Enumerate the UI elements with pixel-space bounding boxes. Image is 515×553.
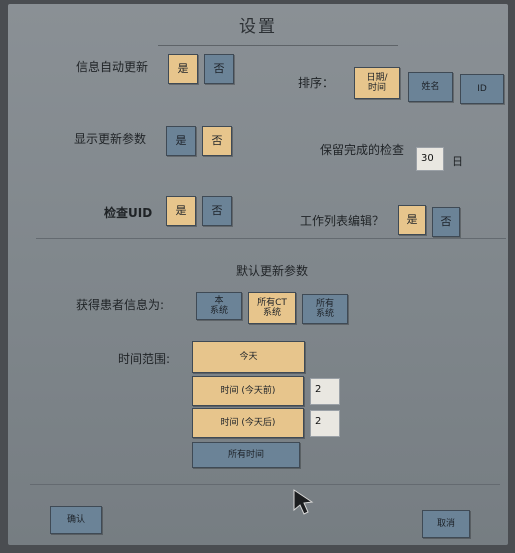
- this-system-button[interactable]: 本 系统: [196, 292, 242, 320]
- all-time-button[interactable]: 所有时间: [192, 442, 300, 468]
- worklist-edit-label: 工作列表编辑？: [300, 214, 385, 228]
- auto-update-no-button[interactable]: 否: [204, 54, 234, 84]
- worklist-edit-no-button[interactable]: 否: [432, 207, 460, 237]
- check-uid-no-button[interactable]: 否: [202, 196, 232, 226]
- today-button[interactable]: 今天: [192, 341, 305, 373]
- keep-done-label: 保留完成的检查: [320, 143, 405, 157]
- after-today-field[interactable]: 2: [310, 410, 340, 437]
- time-range-label: 时间范围:: [118, 352, 171, 366]
- get-patient-label: 获得患者信息为:: [76, 298, 165, 312]
- auto-update-label: 信息自动更新: [76, 60, 149, 74]
- all-systems-button[interactable]: 所有 系统: [302, 294, 348, 324]
- check-uid-yes-button[interactable]: 是: [166, 196, 196, 226]
- show-params-yes-button[interactable]: 是: [166, 126, 196, 156]
- check-uid-label: 检查UID: [104, 206, 153, 220]
- cancel-button[interactable]: 取消: [422, 510, 470, 538]
- auto-update-yes-button[interactable]: 是: [168, 54, 198, 84]
- before-today-button[interactable]: 时间 (今天前): [192, 376, 304, 406]
- all-ct-systems-button[interactable]: 所有CT 系统: [248, 292, 296, 324]
- worklist-edit-yes-button[interactable]: 是: [398, 205, 426, 235]
- sort-date-time-button[interactable]: 日期/ 时间: [354, 67, 400, 99]
- title-divider: [158, 45, 398, 46]
- footer-divider: [30, 484, 500, 485]
- section-divider: [36, 238, 506, 239]
- dialog-title: 设置: [239, 17, 277, 37]
- keep-done-days-field[interactable]: 30: [416, 147, 444, 171]
- after-today-button[interactable]: 时间 (今天后): [192, 408, 304, 438]
- confirm-button[interactable]: 确认: [50, 506, 102, 534]
- before-today-field[interactable]: 2: [310, 378, 340, 405]
- default-params-heading: 默认更新参数: [236, 264, 309, 278]
- sort-label: 排序：: [298, 76, 335, 90]
- sort-name-button[interactable]: 姓名: [408, 72, 453, 102]
- keep-done-unit: 日: [452, 155, 463, 168]
- show-params-no-button[interactable]: 否: [202, 126, 232, 156]
- settings-dialog: 设置 信息自动更新 是 否 排序： 日期/ 时间 姓名 ID 显示更新参数 是 …: [8, 4, 508, 545]
- mouse-cursor-icon: [293, 489, 314, 515]
- sort-id-button[interactable]: ID: [460, 74, 504, 104]
- show-params-label: 显示更新参数: [74, 132, 147, 146]
